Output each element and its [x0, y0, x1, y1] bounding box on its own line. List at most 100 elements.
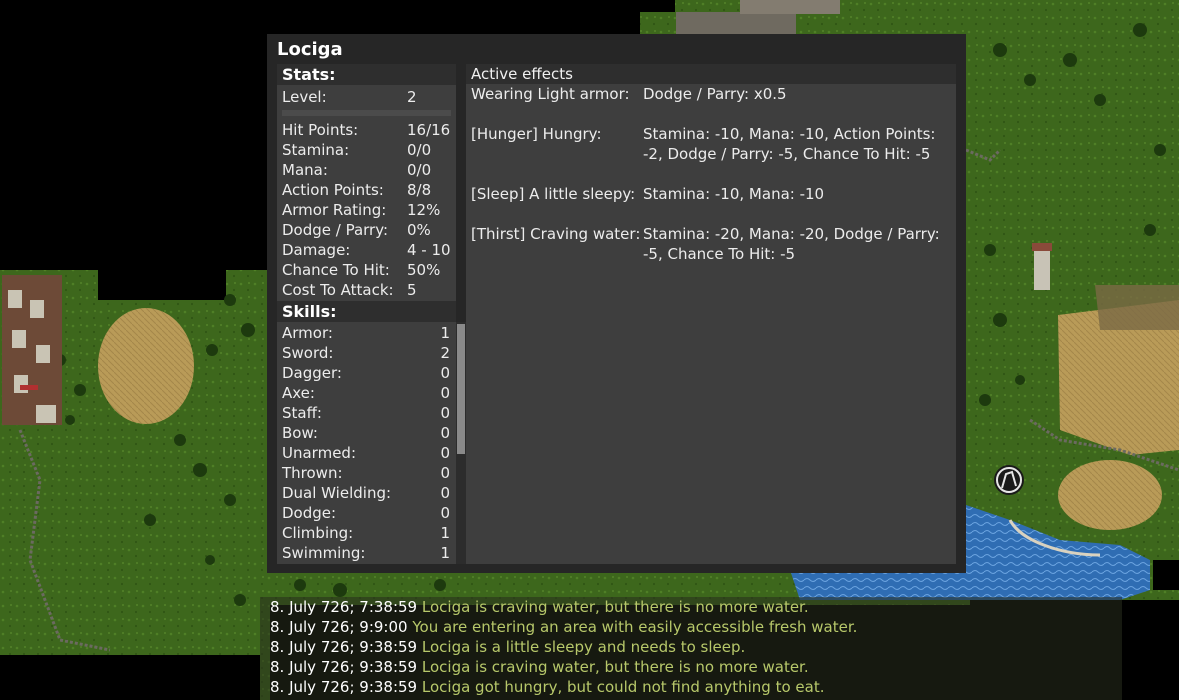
stat-row: Dodge / Parry: 0% — [282, 220, 451, 240]
effect-row: Wearing Light armor: Dodge / Parry: x0.5 — [471, 84, 951, 104]
stat-label: Hit Points: — [282, 121, 359, 139]
effect-name: [Thirst] Craving water: — [471, 225, 641, 243]
skill-label: Bow: — [282, 424, 318, 442]
effect-description: Stamina: -10, Mana: -10, Action Points: … — [643, 125, 936, 163]
skill-row: Sword: 2 — [282, 343, 450, 363]
log-line: 8. July 726; 9:9:00 You are entering an … — [270, 617, 857, 637]
tower — [1032, 243, 1052, 290]
character-name: Lociga — [277, 39, 343, 60]
effect-row: [Sleep] A little sleepy: Stamina: -10, M… — [471, 184, 951, 204]
log-timestamp: 8. July 726; 9:38:59 — [270, 638, 418, 656]
town-buildings — [2, 275, 62, 425]
skill-value: 0 — [440, 484, 450, 502]
skill-value: 0 — [440, 464, 450, 482]
skill-value: 0 — [440, 424, 450, 442]
log-timestamp: 8. July 726; 9:38:59 — [270, 678, 418, 696]
stat-row: Damage: 4 - 10 — [282, 240, 451, 260]
skill-value: 1 — [440, 324, 450, 342]
skill-row: Bow: 0 — [282, 423, 450, 443]
effect-description: Stamina: -20, Mana: -20, Dodge / Parry: … — [643, 225, 940, 263]
skill-label: Dodge: — [282, 504, 337, 522]
skill-value: 0 — [440, 364, 450, 382]
skill-value: 1 — [440, 524, 450, 542]
effect-row: [Thirst] Craving water: Stamina: -20, Ma… — [471, 224, 951, 264]
stats-heading: Stats: — [277, 64, 456, 85]
stat-label: Dodge / Parry: — [282, 221, 389, 239]
skill-value: 0 — [440, 384, 450, 402]
effect-description: Stamina: -10, Mana: -10 — [643, 185, 825, 203]
log-line: 8. July 726; 7:38:59 Lociga is craving w… — [270, 597, 809, 617]
active-effects-heading: Active effects — [466, 64, 956, 84]
skill-row: Dodge: 0 — [282, 503, 450, 523]
log-line: 8. July 726; 9:38:59 Lociga is craving w… — [270, 657, 809, 677]
stat-value: 50% — [407, 261, 441, 279]
stat-row: Armor Rating: 12% — [282, 200, 451, 220]
log-message: Lociga is craving water, but there is no… — [421, 598, 809, 616]
stat-row-level: Level: 2 — [282, 87, 451, 107]
effect-row: [Hunger] Hungry: Stamina: -10, Mana: -10… — [471, 124, 951, 164]
stat-value: 4 - 10 — [407, 241, 451, 259]
effect-name: [Hunger] Hungry: — [471, 125, 602, 143]
skill-row: Climbing: 1 — [282, 523, 450, 543]
stat-label: Cost To Attack: — [282, 281, 394, 299]
skill-label: Swimming: — [282, 544, 366, 562]
experience-bar — [282, 110, 451, 116]
stat-value: 0/0 — [407, 141, 432, 159]
stat-value: 0% — [407, 221, 431, 239]
skill-row: Axe: 0 — [282, 383, 450, 403]
skill-row: Staff: 0 — [282, 403, 450, 423]
stat-label: Action Points: — [282, 181, 384, 199]
skills-scrollbar-thumb[interactable] — [457, 324, 465, 454]
stat-value: 8/8 — [407, 181, 432, 199]
log-message: You are entering an area with easily acc… — [412, 618, 858, 636]
skill-row: Swimming: 1 — [282, 543, 450, 563]
skill-value: 0 — [440, 444, 450, 462]
stat-row: Stamina: 0/0 — [282, 140, 451, 160]
effect-description: Dodge / Parry: x0.5 — [643, 85, 787, 103]
skills-heading: Skills: — [277, 301, 456, 322]
stat-row: Chance To Hit: 50% — [282, 260, 451, 280]
stat-value: 5 — [407, 281, 417, 299]
skill-row: Unarmed: 0 — [282, 443, 450, 463]
skill-label: Unarmed: — [282, 444, 356, 462]
effect-name: Wearing Light armor: — [471, 85, 630, 103]
stat-value: 0/0 — [407, 161, 432, 179]
skill-row: Dagger: 0 — [282, 363, 450, 383]
stat-row: Mana: 0/0 — [282, 160, 451, 180]
skill-label: Axe: — [282, 384, 315, 402]
stat-label: Chance To Hit: — [282, 261, 390, 279]
skill-label: Sword: — [282, 344, 334, 362]
log-line: 8. July 726; 9:38:59 Lociga is a little … — [270, 637, 745, 657]
effect-name: [Sleep] A little sleepy: — [471, 185, 636, 203]
log-message: Lociga is a little sleepy and needs to s… — [421, 638, 746, 656]
stat-row: Action Points: 8/8 — [282, 180, 451, 200]
stat-label: Level: — [282, 88, 327, 106]
skill-value: 0 — [440, 404, 450, 422]
skill-value: 2 — [440, 344, 450, 362]
log-timestamp: 8. July 726; 7:38:59 — [270, 598, 418, 616]
skill-label: Dual Wielding: — [282, 484, 392, 502]
stat-label: Stamina: — [282, 141, 350, 159]
log-timestamp: 8. July 726; 9:38:59 — [270, 658, 418, 676]
log-message: Lociga got hungry, but could not find an… — [421, 678, 825, 696]
log-message: Lociga is craving water, but there is no… — [421, 658, 809, 676]
stat-row: Cost To Attack: 5 — [282, 280, 451, 300]
skill-label: Climbing: — [282, 524, 354, 542]
stat-value: 2 — [407, 88, 417, 106]
log-timestamp: 8. July 726; 9:9:00 — [270, 618, 408, 636]
stat-value: 16/16 — [407, 121, 451, 139]
stat-value: 12% — [407, 201, 441, 219]
skill-label: Armor: — [282, 324, 333, 342]
skill-label: Staff: — [282, 404, 322, 422]
skill-row: Thrown: 0 — [282, 463, 450, 483]
stat-label: Damage: — [282, 241, 351, 259]
player-token-icon — [994, 465, 1024, 495]
skill-value: 1 — [440, 544, 450, 562]
stat-row: Hit Points: 16/16 — [282, 120, 451, 140]
skill-row: Armor: 1 — [282, 323, 450, 343]
stat-label: Armor Rating: — [282, 201, 387, 219]
skill-row: Dual Wielding: 0 — [282, 483, 450, 503]
skill-label: Dagger: — [282, 364, 342, 382]
skill-label: Thrown: — [282, 464, 343, 482]
skill-value: 0 — [440, 504, 450, 522]
